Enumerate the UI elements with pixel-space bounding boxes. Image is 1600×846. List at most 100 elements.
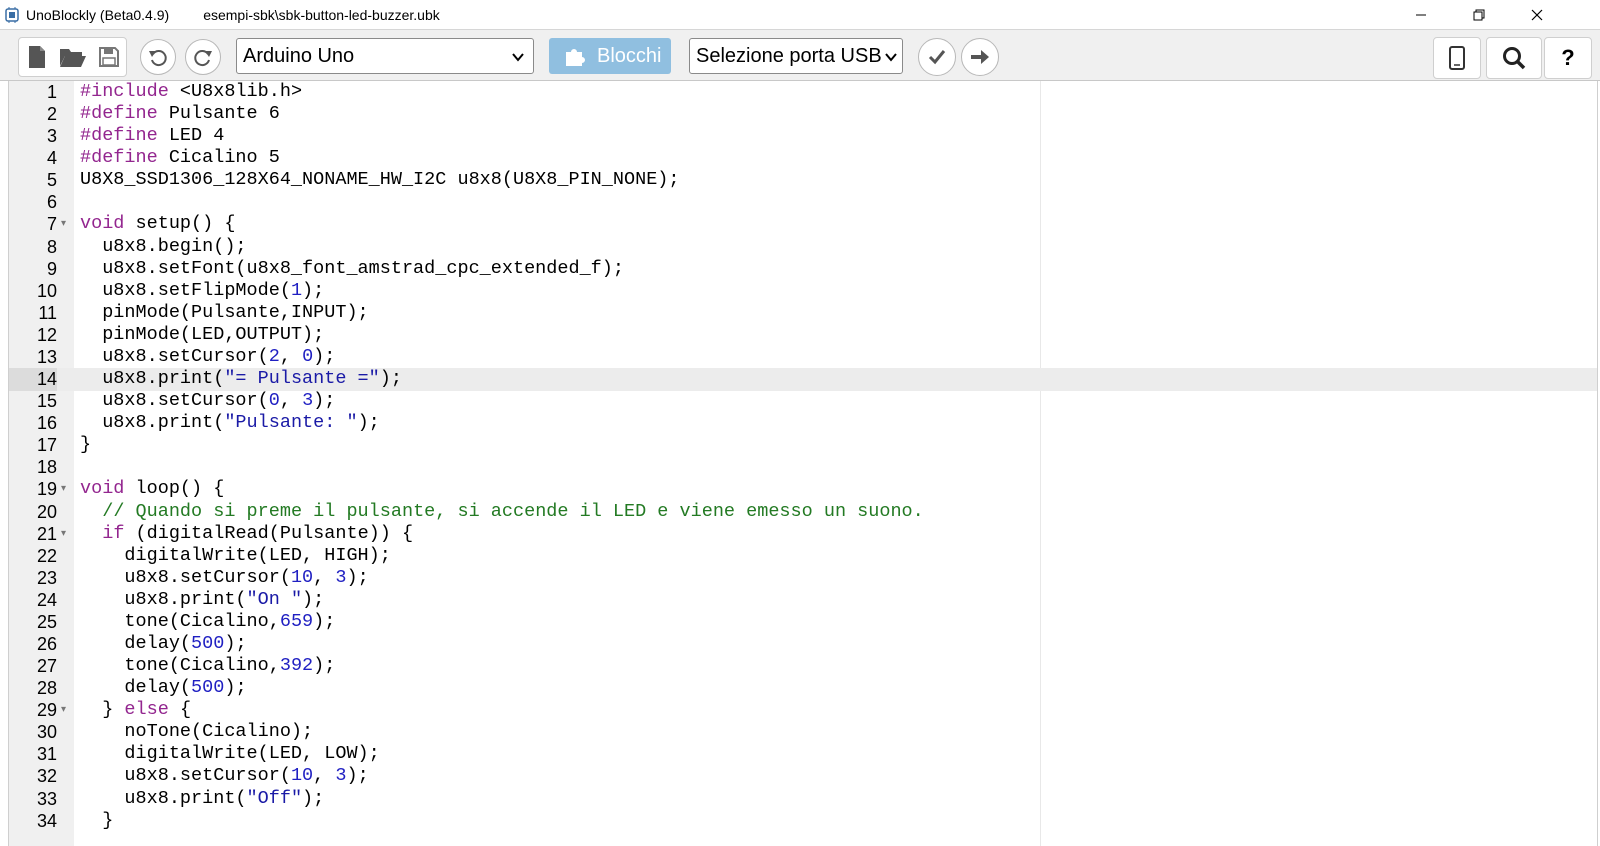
code-token: void — [80, 213, 125, 235]
code-token: // Quando si preme il pulsante, si accen… — [102, 500, 924, 522]
code-text: #define Cicalino 5 — [80, 147, 280, 170]
code-token: 3 — [335, 566, 347, 588]
line-number: 11 — [38, 302, 57, 323]
code-token: 10 — [290, 765, 314, 787]
line-number: 34 — [36, 810, 57, 831]
code-token: ); — [302, 787, 325, 809]
code-line[interactable]: 29 ▾ } else { — [9, 699, 1597, 722]
code-token: 3 — [302, 390, 314, 412]
code-token: ); — [313, 655, 336, 677]
code-token: tone(Cicalino, — [80, 655, 280, 677]
code-line[interactable]: 2 #define Pulsante 6 — [9, 103, 1597, 126]
code-line[interactable]: 4 #define Cicalino 5 — [9, 147, 1597, 170]
code-line[interactable]: 30 noTone(Cicalino); — [9, 721, 1597, 744]
code-line[interactable]: 20 // Quando si preme il pulsante, si ac… — [9, 500, 1597, 524]
serial-monitor-button[interactable] — [1433, 37, 1481, 79]
code-line[interactable]: 11 pinMode(Pulsante,INPUT); — [9, 302, 1597, 325]
fold-arrow-icon[interactable]: ▾ — [61, 699, 66, 722]
restore-button[interactable] — [1456, 0, 1502, 29]
board-select-value: Arduino Uno — [243, 44, 355, 67]
code-token: U8X8_SSD1306_128X64_NONAME_HW_I2C u8x8(U… — [80, 169, 680, 191]
usb-port-select-value: Selezione porta USB — [696, 44, 882, 67]
fold-arrow-icon[interactable]: ▾ — [61, 523, 66, 546]
code-line[interactable]: 31 digitalWrite(LED, LOW); — [9, 743, 1597, 766]
save-icon — [99, 47, 119, 67]
code-token: ); — [313, 390, 336, 412]
code-line[interactable]: 18 — [9, 456, 1597, 479]
line-number: 30 — [36, 722, 57, 743]
code-line[interactable]: 14 u8x8.print("= Pulsante ="); — [9, 368, 1597, 391]
code-line[interactable]: 17} — [9, 434, 1597, 457]
fold-arrow-icon[interactable]: ▾ — [61, 213, 66, 236]
line-number: 2 — [46, 104, 57, 125]
line-number: 4 — [46, 148, 57, 169]
line-number: 7 — [46, 214, 57, 235]
code-line[interactable]: 34 } — [9, 809, 1597, 833]
minimize-button[interactable] — [1398, 0, 1444, 29]
blocks-button[interactable]: Blocchi — [549, 38, 671, 74]
code-text: tone(Cicalino,659); — [80, 611, 335, 634]
fold-arrow-icon[interactable]: ▾ — [61, 478, 66, 501]
code-token: u8x8.setCursor( — [80, 390, 269, 412]
code-token: (digitalRead(Pulsante)) { — [124, 522, 414, 544]
code-line[interactable]: 3 #define LED 4 — [9, 125, 1597, 148]
code-token: } — [80, 434, 92, 456]
line-number: 23 — [36, 567, 57, 588]
line-number: 3 — [46, 126, 57, 147]
code-line[interactable]: 33 u8x8.print("Off"); — [9, 787, 1597, 811]
code-line[interactable]: 22 digitalWrite(LED, HIGH); — [9, 545, 1597, 568]
code-token: u8x8.setFlipMode( — [80, 279, 291, 301]
code-text: delay(500); — [80, 633, 246, 656]
search-button[interactable] — [1486, 37, 1542, 79]
code-line[interactable]: 8 u8x8.begin(); — [9, 236, 1597, 259]
code-text: #include <U8x8lib.h> — [80, 81, 302, 104]
code-line[interactable]: 9 u8x8.setFont(u8x8_font_amstrad_cpc_ext… — [9, 258, 1597, 281]
search-icon — [1503, 47, 1526, 70]
save-button[interactable] — [91, 38, 127, 76]
code-text: #define LED 4 — [80, 125, 224, 148]
help-button[interactable]: ? — [1544, 37, 1592, 79]
code-line[interactable]: 1 #include <U8x8lib.h> — [9, 81, 1597, 104]
new-file-button[interactable] — [19, 38, 55, 76]
code-line[interactable]: 24 u8x8.print("On "); — [9, 589, 1597, 612]
close-button[interactable] — [1514, 0, 1560, 29]
code-line[interactable]: 25 tone(Cicalino,659); — [9, 611, 1597, 634]
code-line[interactable]: 6 — [9, 191, 1597, 214]
line-number: 33 — [36, 788, 57, 809]
code-editor[interactable]: 1 #include <U8x8lib.h> 2 #define Pulsante 6… — [8, 81, 1598, 846]
code-token: u8x8.print( — [80, 368, 225, 390]
code-line[interactable]: 7 ▾ void setup() { — [9, 213, 1597, 236]
code-token: else — [124, 699, 169, 721]
code-text: void loop() { — [80, 478, 224, 501]
toolbar: Arduino Uno Blocchi Selezione porta USB … — [0, 29, 1600, 81]
code-line[interactable]: 13 u8x8.setCursor(2, 0); — [9, 346, 1597, 369]
code-token: } — [80, 809, 114, 831]
code-line[interactable]: 19 ▾ void loop() { — [9, 478, 1597, 501]
code-token: Pulsante 6 — [157, 103, 280, 125]
code-token: ); — [313, 610, 336, 632]
code-token: u8x8.print( — [80, 412, 225, 434]
code-line[interactable]: 10 u8x8.setFlipMode(1); — [9, 279, 1597, 303]
code-line[interactable]: 26 delay(500); — [9, 633, 1597, 656]
code-line[interactable]: 32 u8x8.setCursor(10, 3); — [9, 765, 1597, 788]
line-number: 32 — [36, 766, 57, 787]
upload-button[interactable] — [961, 38, 999, 76]
code-line[interactable]: 28 delay(500); — [9, 677, 1597, 700]
verify-button[interactable] — [918, 38, 956, 76]
code-line[interactable]: 21 ▾ if (digitalRead(Pulsante)) { — [9, 522, 1597, 546]
undo-button[interactable] — [140, 39, 176, 75]
code-line[interactable]: 23 u8x8.setCursor(10, 3); — [9, 566, 1597, 590]
code-line[interactable]: 12 pinMode(LED,OUTPUT); — [9, 324, 1597, 347]
chevron-down-icon — [512, 53, 524, 62]
board-select[interactable]: Arduino Uno — [236, 38, 534, 74]
code-token: 0 — [268, 390, 280, 412]
open-folder-button[interactable] — [55, 38, 91, 76]
code-text: u8x8.setCursor(0, 3); — [80, 390, 335, 413]
code-line[interactable]: 5 U8X8_SSD1306_128X64_NONAME_HW_I2C u8x8(… — [9, 169, 1597, 192]
code-line[interactable]: 16 u8x8.print("Pulsante: "); — [9, 412, 1597, 435]
code-line[interactable]: 15 u8x8.setCursor(0, 3); — [9, 390, 1597, 413]
redo-button[interactable] — [185, 39, 221, 75]
code-line[interactable]: 27 tone(Cicalino,392); — [9, 655, 1597, 678]
usb-port-select[interactable]: Selezione porta USB — [689, 38, 903, 74]
